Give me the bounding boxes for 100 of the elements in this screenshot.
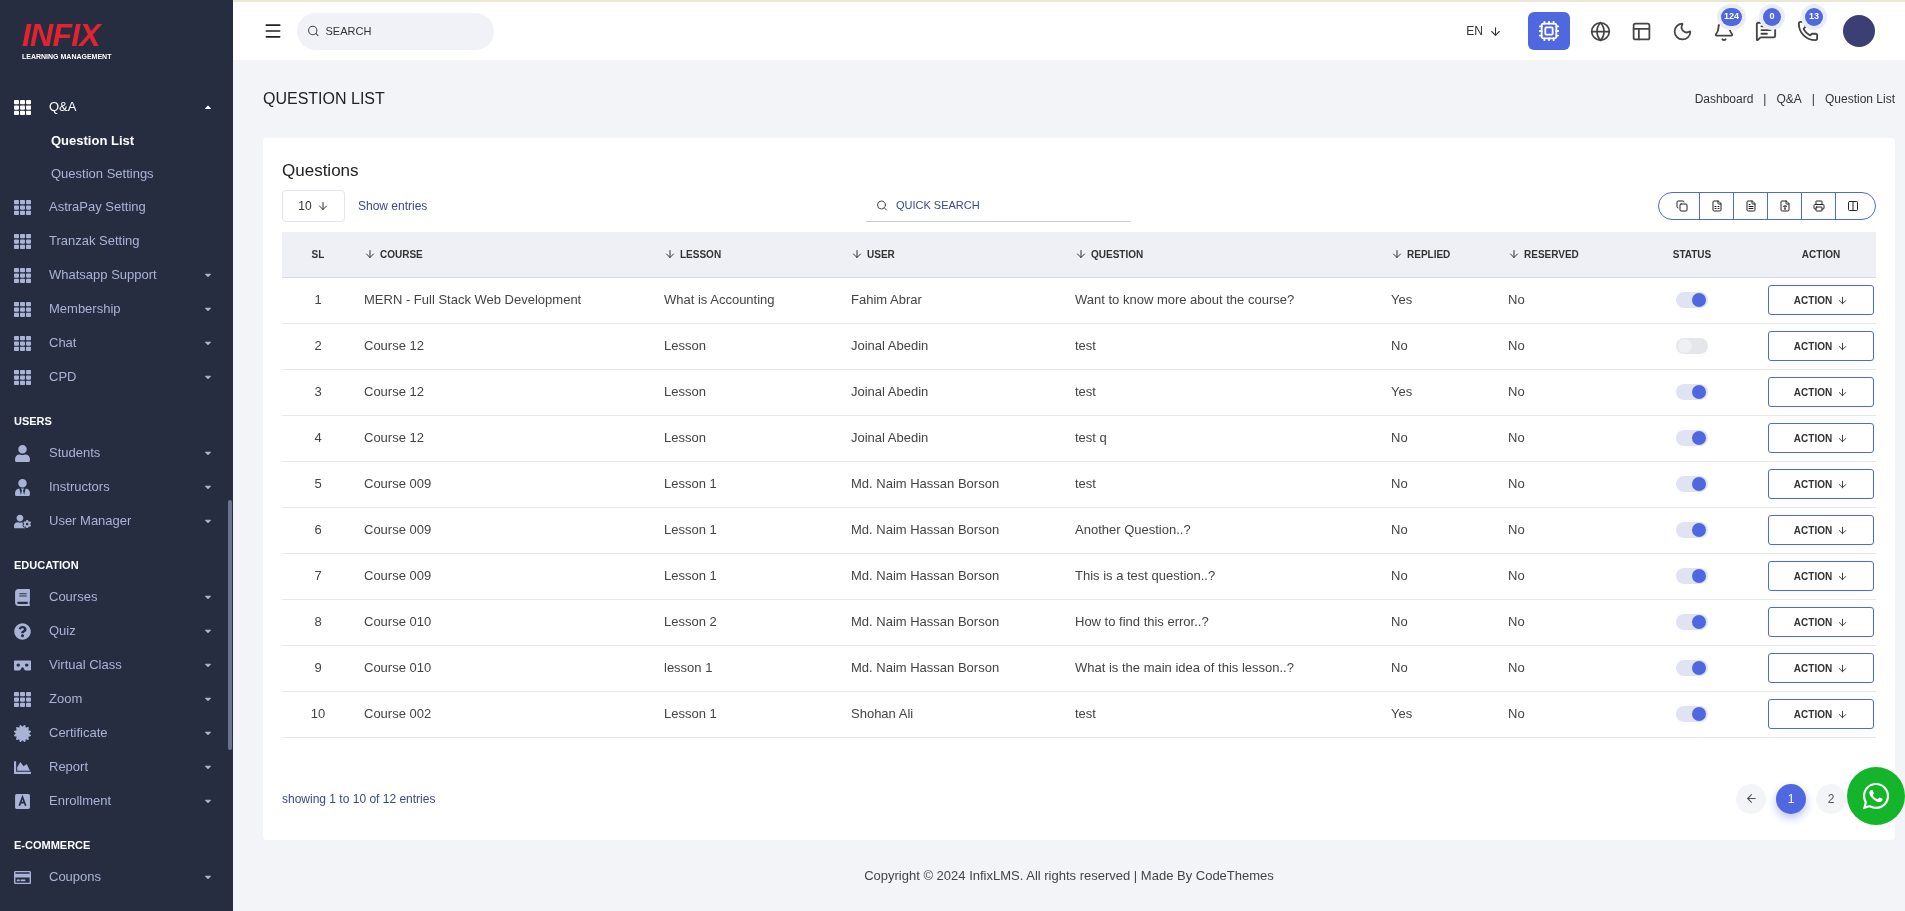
phone-chat-icon[interactable] bbox=[1797, 20, 1819, 42]
sidebar-item[interactable]: Certificate bbox=[0, 716, 233, 750]
status-toggle[interactable] bbox=[1676, 568, 1708, 584]
table-cell: test bbox=[1075, 476, 1096, 492]
status-toggle[interactable] bbox=[1676, 660, 1708, 676]
menu-icon[interactable] bbox=[263, 21, 283, 41]
table-cell: No bbox=[1508, 660, 1525, 676]
sidebar-item[interactable]: Coupons bbox=[0, 860, 233, 894]
footer-text: Copyright © 2024 InfixLMS. All rights reserved | Made By CodeThemes bbox=[864, 866, 1274, 885]
status-toggle[interactable] bbox=[1676, 430, 1708, 446]
sidebar-item[interactable]: Enrollment bbox=[0, 784, 233, 818]
column-header[interactable]: RESERVED bbox=[1498, 246, 1638, 262]
action-button[interactable]: ACTION bbox=[1768, 561, 1874, 591]
scrollbar[interactable] bbox=[228, 500, 232, 750]
table-cell: No bbox=[1391, 660, 1408, 676]
table-cell: Course 12 bbox=[364, 338, 424, 354]
spreadsheet-icon bbox=[1710, 199, 1723, 212]
show-entries-label: Show entries bbox=[358, 197, 428, 215]
sidebar-item[interactable]: Whatsapp Support bbox=[0, 258, 233, 292]
action-button[interactable]: ACTION bbox=[1768, 469, 1874, 499]
sidebar-item[interactable]: Report bbox=[0, 750, 233, 784]
book-icon bbox=[14, 588, 31, 606]
sidebar-item[interactable]: Q&A bbox=[0, 90, 233, 124]
table-cell: 8 bbox=[314, 614, 322, 630]
language-selector[interactable]: EN bbox=[1466, 22, 1502, 40]
table-cell: Fahim Abrar bbox=[851, 292, 922, 308]
breadcrumb-link[interactable]: Q&A bbox=[1776, 90, 1802, 108]
sort-arrow-icon bbox=[851, 248, 863, 260]
globe-icon[interactable] bbox=[1590, 20, 1611, 42]
sidebar-item[interactable]: Membership bbox=[0, 292, 233, 326]
sidebar-item[interactable]: AstraPay Setting bbox=[0, 190, 233, 224]
quick-search-input[interactable]: QUICK SEARCH bbox=[895, 189, 1121, 221]
sidebar-item[interactable]: Chat bbox=[0, 326, 233, 360]
sidebar-item[interactable]: Instructors bbox=[0, 470, 233, 504]
table-cell: 7 bbox=[314, 568, 322, 584]
action-button[interactable]: ACTION bbox=[1768, 377, 1874, 407]
page-title: QUESTION LIST bbox=[263, 89, 385, 109]
sidebar-item[interactable]: Virtual Class bbox=[0, 648, 233, 682]
moon-icon[interactable] bbox=[1672, 20, 1693, 42]
column-header[interactable]: REPLIED bbox=[1381, 246, 1498, 262]
sidebar-item[interactable]: Students bbox=[0, 436, 233, 470]
table-cell: Course 12 bbox=[364, 384, 424, 400]
table-cell: No bbox=[1508, 568, 1525, 584]
table-cell: Course 010 bbox=[364, 660, 432, 676]
ai-button[interactable] bbox=[1528, 12, 1570, 50]
whatsapp-icon bbox=[1861, 781, 1891, 811]
sidebar-item[interactable]: Courses bbox=[0, 580, 233, 614]
table-cell: What is the main idea of this lesson..? bbox=[1075, 660, 1294, 676]
breadcrumb-link[interactable]: Question List bbox=[1824, 90, 1895, 108]
action-button[interactable]: ACTION bbox=[1768, 653, 1874, 683]
search-input[interactable]: SEARCH bbox=[325, 12, 484, 50]
search-field[interactable]: SEARCH bbox=[297, 12, 494, 50]
status-toggle[interactable] bbox=[1676, 338, 1708, 354]
page-button[interactable]: 2 bbox=[1816, 783, 1846, 814]
table-cell: Lesson bbox=[664, 384, 706, 400]
table-cell: This is a test question..? bbox=[1075, 568, 1216, 584]
submenu-item[interactable]: Question List bbox=[0, 124, 233, 157]
breadcrumb-link[interactable]: Dashboard bbox=[1694, 90, 1754, 108]
sidebar-item[interactable]: Tranzak Setting bbox=[0, 224, 233, 258]
sidebar-item[interactable]: Quiz bbox=[0, 614, 233, 648]
sidebar-item[interactable]: CPD bbox=[0, 360, 233, 394]
chip-icon bbox=[1538, 20, 1560, 42]
status-toggle[interactable] bbox=[1676, 614, 1708, 630]
layout-icon[interactable] bbox=[1631, 20, 1652, 42]
column-header[interactable]: COURSE bbox=[354, 246, 654, 262]
action-button[interactable]: ACTION bbox=[1768, 515, 1874, 545]
status-toggle[interactable] bbox=[1676, 522, 1708, 538]
avatar[interactable] bbox=[1843, 15, 1875, 47]
document-icon bbox=[1744, 199, 1757, 212]
table-cell: 1 bbox=[314, 292, 322, 308]
submenu-item[interactable]: Question Settings bbox=[0, 157, 233, 190]
status-toggle[interactable] bbox=[1676, 476, 1708, 492]
column-header[interactable]: LESSON bbox=[654, 246, 841, 262]
table-cell: Want to know more about the course? bbox=[1075, 292, 1295, 308]
sort-arrow-icon bbox=[1391, 248, 1403, 260]
card-title: Questions bbox=[282, 160, 360, 182]
grid-icon bbox=[14, 690, 31, 708]
column-header[interactable]: USER bbox=[841, 246, 1065, 262]
table-cell: Yes bbox=[1391, 292, 1413, 308]
page-button[interactable]: 1 bbox=[1776, 783, 1806, 814]
status-toggle[interactable] bbox=[1676, 384, 1708, 400]
grid-icon bbox=[14, 98, 31, 116]
action-button[interactable]: ACTION bbox=[1768, 699, 1874, 729]
status-toggle[interactable] bbox=[1676, 292, 1708, 308]
column-header[interactable]: QUESTION bbox=[1065, 246, 1381, 262]
arrow-down-icon bbox=[1837, 294, 1849, 306]
quick-search-field[interactable]: QUICK SEARCH bbox=[866, 189, 1131, 222]
whatsapp-button[interactable] bbox=[1847, 767, 1905, 825]
action-button[interactable]: ACTION bbox=[1768, 285, 1874, 315]
chat-icon[interactable] bbox=[1755, 20, 1777, 42]
action-button[interactable]: ACTION bbox=[1768, 607, 1874, 637]
page-size-select[interactable]: 10 bbox=[282, 189, 345, 222]
entries-summary: showing 1 to 10 of 12 entries bbox=[282, 790, 436, 808]
status-toggle[interactable] bbox=[1676, 706, 1708, 722]
table-cell: Course 009 bbox=[364, 568, 432, 584]
sidebar-item[interactable]: User Manager bbox=[0, 504, 233, 538]
action-button[interactable]: ACTION bbox=[1768, 423, 1874, 453]
sidebar-item[interactable]: Zoom bbox=[0, 682, 233, 716]
table-cell: No bbox=[1508, 430, 1525, 446]
action-button[interactable]: ACTION bbox=[1768, 331, 1874, 361]
